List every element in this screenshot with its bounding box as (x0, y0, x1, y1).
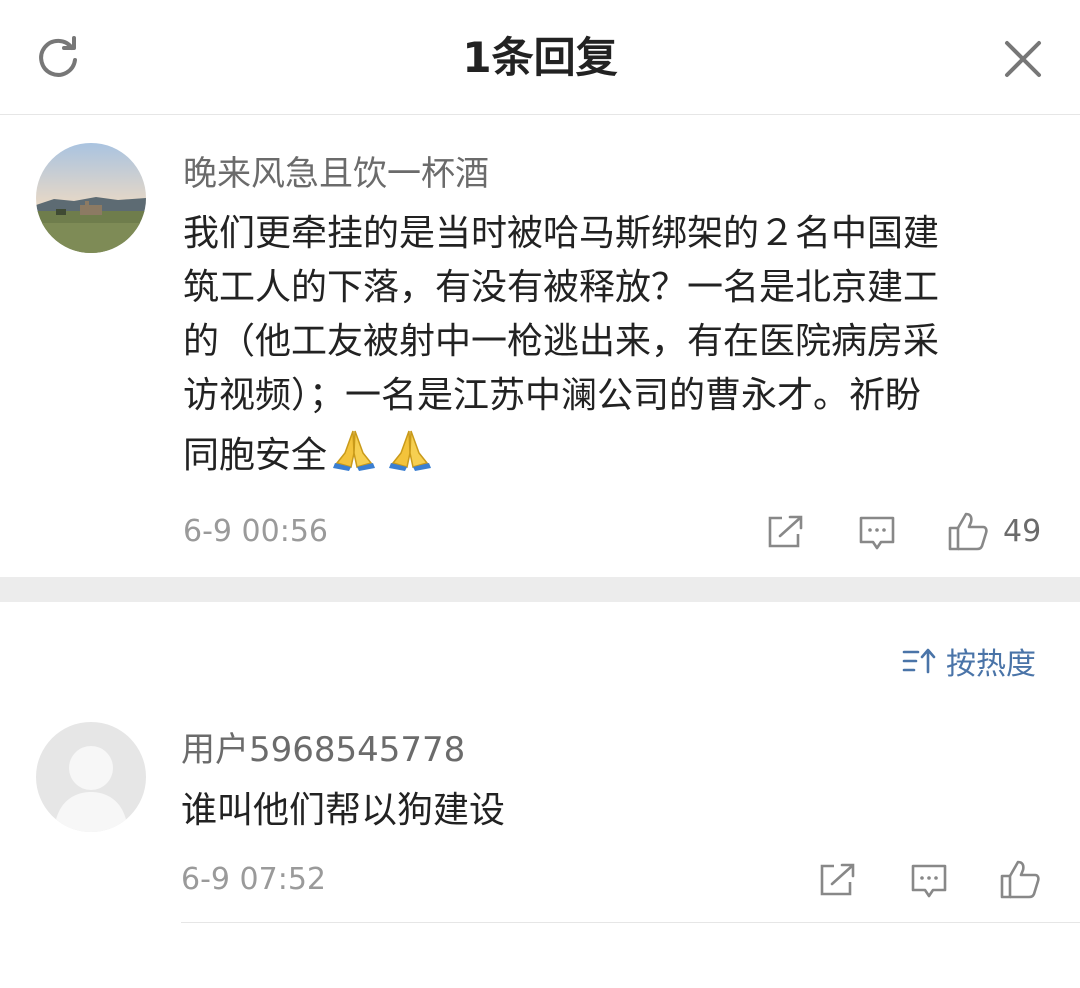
comment-icon[interactable] (858, 515, 896, 551)
share-icon[interactable] (766, 514, 804, 550)
page-title: 1条回复 (462, 33, 618, 82)
comment-text-line: 访视频）；一名是江苏中澜公司的曹永才。祈盼 (183, 375, 922, 416)
reply-username[interactable]: 用户5968545778 (181, 728, 465, 772)
folded-hands-emoji (389, 430, 432, 471)
like-count: 49 (1003, 514, 1042, 549)
comment-text-fragment: 同胞安全 (183, 435, 328, 476)
like-icon[interactable] (947, 510, 989, 552)
reply-timestamp: 6-9 07:52 (181, 862, 326, 897)
comment-text-line: 我们更牵挂的是当时被哈马斯绑架的２名中国建 (183, 213, 940, 254)
sort-icon (902, 648, 936, 674)
like-icon[interactable] (999, 858, 1041, 900)
comment-text: 我们更牵挂的是当时被哈马斯绑架的２名中国建 筑工人的下落，有没有被释放？一名是北… (183, 207, 1043, 483)
header-bar: 1条回复 (0, 0, 1080, 115)
folded-hands-emoji (333, 430, 376, 471)
default-avatar-icon[interactable] (36, 722, 146, 832)
reply-text: 谁叫他们帮以狗建设 (181, 790, 506, 831)
section-divider (0, 577, 1080, 602)
comment-text-line: 同胞安全 (183, 423, 1043, 483)
share-icon[interactable] (818, 862, 856, 898)
comment-username[interactable]: 晚来风急且饮一杯酒 (183, 152, 489, 196)
comment-icon[interactable] (910, 863, 948, 899)
sort-by-hot-button[interactable]: 按热度 (902, 639, 1036, 683)
comment-text-line: 筑工人的下落，有没有被释放？一名是北京建工 (183, 267, 940, 308)
avatar[interactable] (36, 143, 146, 253)
comment-text-line: 的（他工友被射中一枪逃出来，有在医院病房采 (183, 321, 940, 362)
close-icon[interactable] (1000, 36, 1046, 82)
sort-label: 按热度 (946, 647, 1036, 682)
comment-timestamp: 6-9 00:56 (183, 514, 328, 549)
reply-divider (181, 922, 1080, 923)
emoji-group (329, 423, 435, 473)
